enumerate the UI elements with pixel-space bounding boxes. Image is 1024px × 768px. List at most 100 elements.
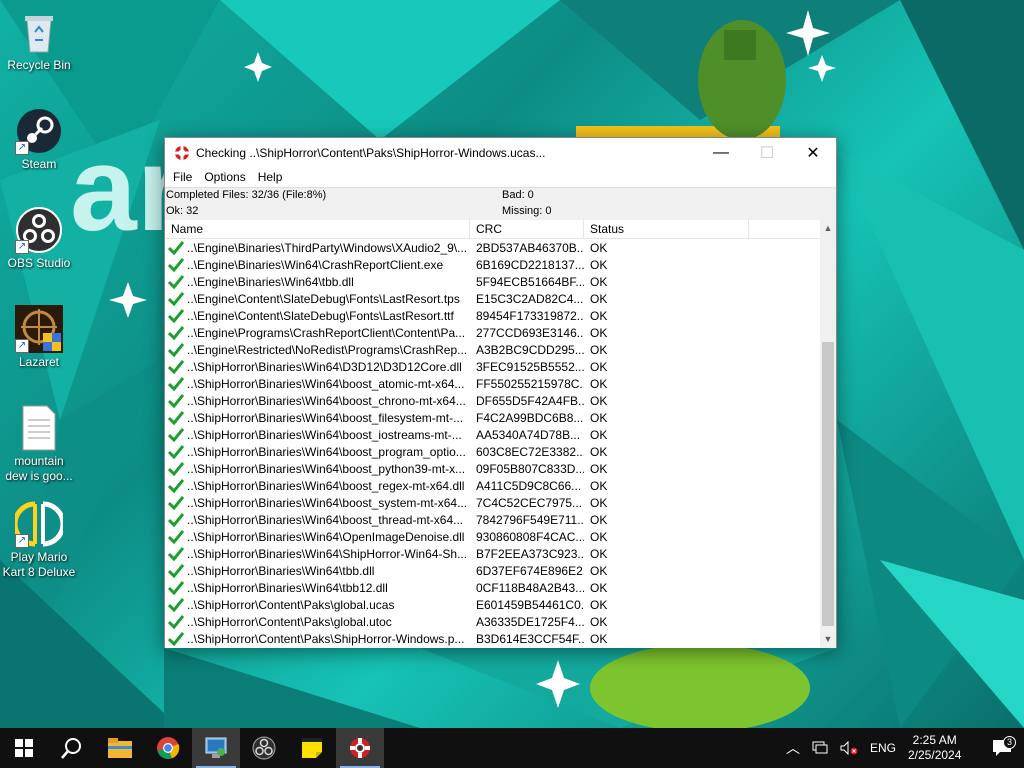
cell-name: ..\ShipHorror\Content\Paks\global.ucas <box>165 598 470 612</box>
check-icon <box>168 308 184 323</box>
taskbar-sticky-notes[interactable] <box>288 728 336 768</box>
cell-status: OK <box>590 512 608 527</box>
table-row[interactable]: ..\ShipHorror\Binaries\Win64\boost_iostr… <box>165 426 820 443</box>
cell-crc: 2BD537AB46370B... <box>476 240 584 255</box>
scroll-up-icon[interactable]: ▲ <box>820 220 836 237</box>
column-header-status[interactable]: Status <box>584 220 749 239</box>
search-button[interactable] <box>48 728 96 768</box>
table-row[interactable]: ..\Engine\Binaries\Win64\CrashReportClie… <box>165 256 820 273</box>
cell-status: OK <box>590 444 608 459</box>
cell-crc: 0CF118B48A2B43... <box>476 580 584 595</box>
desktop-icon-steam[interactable]: ↗ Steam <box>2 107 76 172</box>
obs-icon: ↗ <box>15 206 63 254</box>
taskbar-obs[interactable] <box>240 728 288 768</box>
table-row[interactable]: ..\ShipHorror\Binaries\Win64\boost_chron… <box>165 392 820 409</box>
cell-crc: A36335DE1725F4... <box>476 614 584 629</box>
table-row[interactable]: ..\ShipHorror\Binaries\Win64\boost_progr… <box>165 443 820 460</box>
table-row[interactable]: ..\ShipHorror\Binaries\Win64\D3D12\D3D12… <box>165 358 820 375</box>
cell-status: OK <box>590 325 608 340</box>
taskbar-lazaret[interactable] <box>336 728 384 768</box>
menu-help[interactable]: Help <box>252 167 289 187</box>
cell-crc: 930860808F4CAC... <box>476 529 584 544</box>
volume-tray-item[interactable] <box>834 741 864 755</box>
taskbar-chrome[interactable] <box>144 728 192 768</box>
desktop-icon-obs[interactable]: ↗ OBS Studio <box>2 206 76 271</box>
file-name: ..\ShipHorror\Binaries\Win64\boost_iostr… <box>187 427 462 442</box>
file-name: ..\Engine\Binaries\ThirdParty\Windows\XA… <box>187 240 468 255</box>
minimize-button[interactable]: — <box>698 138 744 167</box>
menu-file[interactable]: File <box>167 167 198 187</box>
table-row[interactable]: ..\Engine\Binaries\Win64\tbb.dll 5F94ECB5… <box>165 273 820 290</box>
file-name: ..\ShipHorror\Binaries\Win64\boost_threa… <box>187 512 464 527</box>
taskbar-file-explorer[interactable] <box>96 728 144 768</box>
table-row[interactable]: ..\ShipHorror\Binaries\Win64\tbb.dll 6D37… <box>165 562 820 579</box>
taskbar: ︿ ENG 2:25 AM 2/25/2024 3 <box>0 728 1024 768</box>
file-name: ..\ShipHorror\Binaries\Win64\boost_atomi… <box>187 376 465 391</box>
maximize-button[interactable]: ☐ <box>744 138 790 167</box>
desktop-icon-lazaret[interactable]: ↗ Lazaret <box>2 305 76 370</box>
language-indicator[interactable]: ENG <box>864 741 902 755</box>
file-explorer-icon <box>108 738 132 758</box>
table-row[interactable]: ..\ShipHorror\Binaries\Win64\boost_files… <box>165 409 820 426</box>
table-row[interactable]: ..\ShipHorror\Content\Paks\ShipHorror-Wi… <box>165 630 820 647</box>
file-name: ..\ShipHorror\Binaries\Win64\boost_syste… <box>187 495 468 510</box>
column-header-name[interactable]: Name <box>165 220 470 239</box>
close-button[interactable]: ✕ <box>790 138 836 167</box>
cell-crc: AA5340A74D78B... <box>476 427 581 442</box>
recycle-bin-icon <box>15 8 63 56</box>
desktop-icon-recycle-bin[interactable]: Recycle Bin <box>2 8 76 73</box>
check-icon <box>168 240 184 255</box>
table-row[interactable]: ..\ShipHorror\Binaries\Win64\boost_regex… <box>165 477 820 494</box>
table-row[interactable]: ..\Engine\Content\SlateDebug\Fonts\LastR… <box>165 290 820 307</box>
lazaret-icon: ↗ <box>15 305 63 353</box>
cell-name: ..\ShipHorror\Binaries\Win64\D3D12\D3D12… <box>165 360 470 374</box>
list-header: Name CRC Status <box>165 220 820 239</box>
action-center-button[interactable]: 3 <box>980 736 1024 757</box>
cell-crc: DF655D5F42A4FB... <box>476 393 584 408</box>
clock[interactable]: 2:25 AM 2/25/2024 <box>902 733 980 763</box>
cell-status: OK <box>590 614 608 629</box>
table-row[interactable]: ..\Engine\Binaries\ThirdParty\Windows\XA… <box>165 239 820 256</box>
close-icon: ✕ <box>806 144 820 162</box>
cell-name: ..\Engine\Binaries\Win64\tbb.dll <box>165 275 470 289</box>
file-name: ..\ShipHorror\Binaries\Win64\OpenImageDe… <box>187 529 465 544</box>
table-row[interactable]: ..\ShipHorror\Binaries\Win64\OpenImageDe… <box>165 528 820 545</box>
start-button[interactable] <box>0 728 48 768</box>
cell-status: OK <box>590 529 608 544</box>
table-row[interactable]: ..\ShipHorror\Binaries\Win64\boost_syste… <box>165 494 820 511</box>
cell-name: ..\ShipHorror\Binaries\Win64\boost_files… <box>165 411 470 425</box>
table-row[interactable]: ..\Engine\Programs\CrashReportClient\Con… <box>165 324 820 341</box>
table-row[interactable]: ..\ShipHorror\Binaries\Win64\boost_threa… <box>165 511 820 528</box>
check-icon <box>168 325 184 340</box>
taskbar-control-panel[interactable] <box>192 728 240 768</box>
table-row[interactable]: ..\ShipHorror\Binaries\Win64\ShipHorror-… <box>165 545 820 562</box>
table-row[interactable]: ..\Engine\Restricted\NoRedist\Programs\C… <box>165 341 820 358</box>
cell-name: ..\Engine\Binaries\ThirdParty\Windows\XA… <box>165 241 470 255</box>
table-row[interactable]: ..\ShipHorror\Binaries\Win64\tbb12.dll 0C… <box>165 579 820 596</box>
file-list[interactable]: Name CRC Status ..\Engine\Binaries\Third… <box>165 220 836 648</box>
menu-options[interactable]: Options <box>198 167 251 187</box>
show-hidden-icons-button[interactable]: ︿ <box>780 738 806 758</box>
cell-name: ..\ShipHorror\Content\Paks\global.utoc <box>165 615 470 629</box>
vertical-scrollbar[interactable]: ▲ ▼ <box>820 220 836 648</box>
chevron-up-icon: ︿ <box>785 740 800 756</box>
scroll-down-icon[interactable]: ▼ <box>820 631 836 648</box>
table-row[interactable]: ..\ShipHorror\Content\Paks\global.ucas E6… <box>165 596 820 613</box>
check-icon <box>168 410 184 425</box>
desktop-icon-yuzu[interactable]: ↗ Play Mario Kart 8 Deluxe <box>2 500 76 580</box>
network-tray-item[interactable] <box>806 741 834 755</box>
table-row[interactable]: ..\ShipHorror\Content\Paks\global.utoc A3… <box>165 613 820 630</box>
table-row[interactable]: ..\Engine\Content\SlateDebug\Fonts\LastR… <box>165 307 820 324</box>
file-name: ..\ShipHorror\Binaries\Win64\tbb12.dll <box>187 580 388 595</box>
title-bar[interactable]: Checking ..\ShipHorror\Content\Paks\Ship… <box>165 138 836 167</box>
file-name: ..\ShipHorror\Binaries\Win64\boost_chron… <box>187 393 466 408</box>
column-header-crc[interactable]: CRC <box>470 220 584 239</box>
scroll-thumb[interactable] <box>822 342 834 626</box>
window-title: Checking ..\ShipHorror\Content\Paks\Ship… <box>196 145 546 160</box>
table-row[interactable]: ..\ShipHorror\Binaries\Win64\boost_pytho… <box>165 460 820 477</box>
status-panel: Completed Files: 32/36 (File:8%) Ok: 32 … <box>165 188 836 220</box>
file-name: ..\ShipHorror\Binaries\Win64\ShipHorror-… <box>187 546 468 561</box>
table-row[interactable]: ..\ShipHorror\Binaries\Win64\boost_atomi… <box>165 375 820 392</box>
cell-crc: 5F94ECB51664BF... <box>476 274 584 289</box>
desktop-icon-text-file[interactable]: mountain dew is goo... <box>2 404 76 484</box>
